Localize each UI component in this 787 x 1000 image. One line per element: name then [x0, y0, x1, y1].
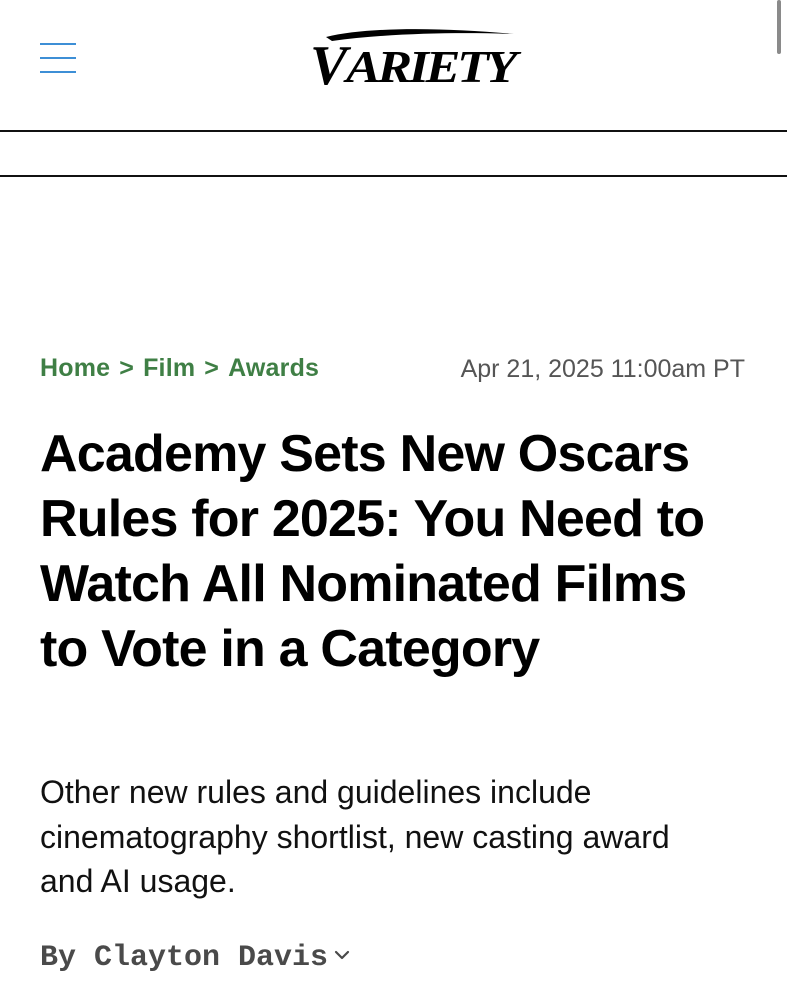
variety-logo[interactable]: V ARIETY — [300, 24, 522, 90]
chevron-down-icon — [334, 936, 350, 970]
svg-text:ARIETY: ARIETY — [343, 41, 522, 90]
nav-divider — [0, 175, 787, 177]
breadcrumb-home-link[interactable]: Home — [40, 354, 110, 382]
menu-button[interactable] — [36, 38, 80, 78]
article-dek: Other new rules and guidelines include c… — [40, 774, 670, 899]
scrollbar-thumb[interactable] — [777, 0, 781, 54]
variety-logo-wordmark: V ARIETY — [310, 29, 522, 90]
article-timestamp: Apr 21, 2025 11:00am PT — [460, 355, 745, 383]
breadcrumb-film-link[interactable]: Film — [143, 354, 195, 382]
site-header: V ARIETY — [0, 0, 787, 130]
article-headline: Academy Sets New Oscars Rules for 2025: … — [40, 425, 705, 678]
breadcrumb: Home > Film > Awards — [40, 354, 319, 383]
header-divider — [0, 130, 787, 132]
breadcrumb-separator: > — [119, 354, 135, 382]
byline-text: By Clayton Davis — [40, 940, 329, 975]
breadcrumb-awards-link[interactable]: Awards — [228, 354, 319, 382]
breadcrumb-separator: > — [204, 354, 220, 382]
author-byline[interactable]: By Clayton Davis — [40, 940, 350, 975]
